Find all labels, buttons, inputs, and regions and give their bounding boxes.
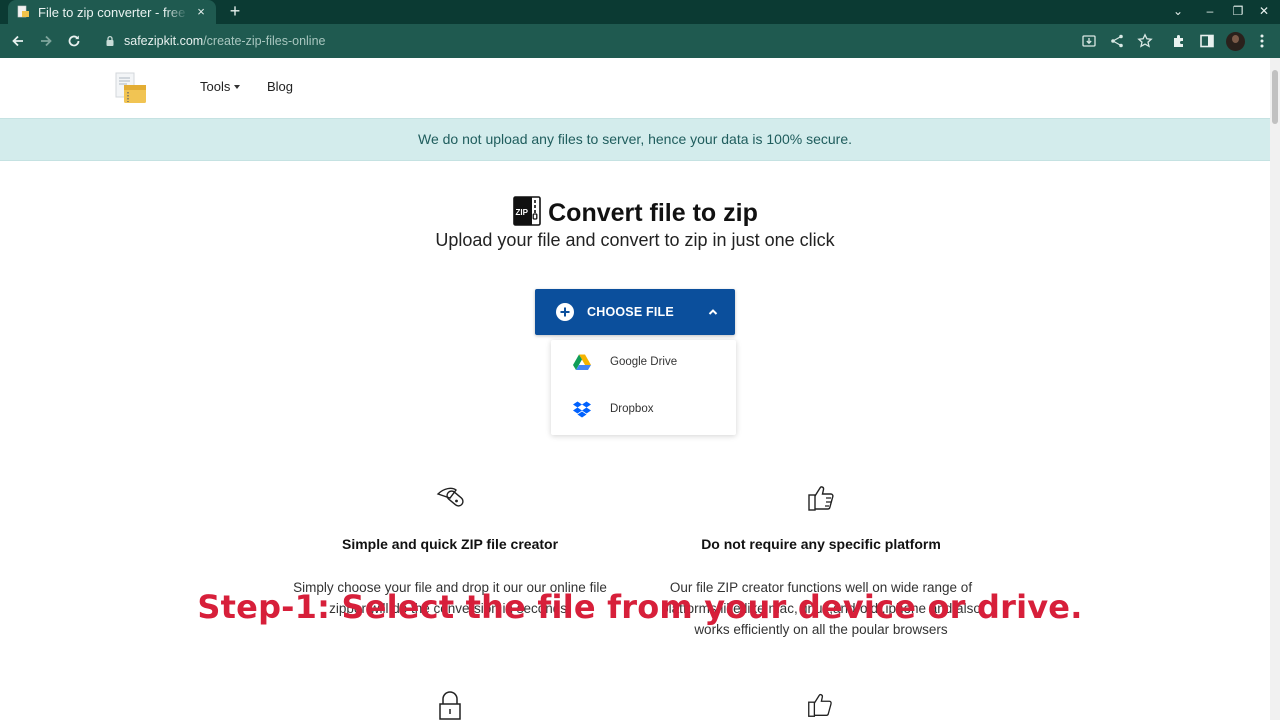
feature-no-platform-title: Do not require any specific platform	[701, 536, 941, 552]
site-navbar: Tools Blog	[0, 58, 1270, 118]
blog-link[interactable]: Blog	[267, 79, 293, 94]
restore-window-icon[interactable]: ❐	[1230, 3, 1246, 19]
close-tab-icon[interactable]: ×	[194, 5, 208, 19]
url-text: safezipkit.com/create-zip-files-online	[124, 34, 325, 48]
dropbox-option[interactable]: Dropbox	[551, 389, 736, 429]
upload-source-menu: Google Drive Dropbox	[551, 340, 736, 435]
padlock-icon	[439, 691, 461, 720]
browser-tab-active[interactable]: File to zip converter - free ×	[8, 0, 216, 24]
step-caption-overlay: Step-1: Select the file from your device…	[197, 588, 1083, 626]
address-bar[interactable]: safezipkit.com/create-zip-files-online	[92, 29, 1158, 53]
browser-menu-icon[interactable]	[1254, 33, 1270, 49]
google-drive-option[interactable]: Google Drive	[551, 342, 736, 382]
page-favicon-icon	[17, 5, 29, 18]
svg-text:ZIP: ZIP	[516, 208, 529, 217]
thumbs-up-icon-secondary	[808, 693, 832, 717]
tools-menu[interactable]: Tools	[200, 79, 241, 94]
choose-file-button[interactable]: CHOOSE FILE	[535, 289, 735, 335]
page-title-text: Convert file to zip	[548, 199, 758, 227]
bookmark-star-icon[interactable]	[1137, 33, 1153, 49]
page-subtitle: Upload your file and convert to zip in j…	[435, 230, 835, 250]
url-host: safezipkit.com	[124, 34, 204, 48]
caret-down-icon	[234, 85, 241, 89]
feature-simple-quick-title: Simple and quick ZIP file creator	[341, 536, 559, 552]
extensions-puzzle-icon[interactable]	[1171, 33, 1187, 49]
browser-tab-title: File to zip converter - free	[38, 4, 186, 20]
tab-search-icon[interactable]: ⌄	[1170, 3, 1186, 19]
google-drive-icon	[573, 354, 591, 370]
page-title: ZIP Convert file to zip	[0, 196, 1270, 228]
safezipkit-logo[interactable]	[114, 72, 148, 104]
reload-icon[interactable]	[66, 33, 82, 49]
scrollbar-thumb[interactable]	[1272, 70, 1278, 124]
dropbox-icon	[573, 401, 591, 418]
forward-arrow-icon[interactable]	[38, 33, 54, 49]
security-notice-banner: We do not upload any files to server, he…	[0, 118, 1270, 161]
google-drive-label: Google Drive	[610, 356, 678, 368]
install-app-icon[interactable]	[1081, 33, 1097, 49]
thumbs-up-icon	[808, 486, 834, 511]
zip-file-icon: ZIP	[513, 196, 541, 226]
profile-avatar[interactable]	[1226, 32, 1245, 51]
new-tab-button[interactable]: +	[226, 2, 244, 20]
side-panel-icon[interactable]	[1199, 33, 1215, 49]
back-arrow-icon[interactable]	[10, 33, 26, 49]
swiss-knife-icon	[436, 487, 464, 507]
url-path: /create-zip-files-online	[203, 34, 326, 48]
tools-menu-label: Tools	[200, 79, 231, 94]
close-window-icon[interactable]: ✕	[1256, 3, 1272, 19]
lock-icon	[106, 35, 114, 46]
browser-tab-strip: File to zip converter - free × + ⌄ – ❐ ✕	[0, 0, 1280, 24]
dropbox-label: Dropbox	[610, 403, 654, 415]
chevron-up-icon[interactable]	[707, 306, 719, 318]
share-icon[interactable]	[1109, 33, 1125, 49]
minimize-window-icon[interactable]: –	[1202, 3, 1218, 19]
choose-file-label: CHOOSE FILE	[587, 305, 674, 319]
plus-circle-icon	[556, 303, 574, 321]
